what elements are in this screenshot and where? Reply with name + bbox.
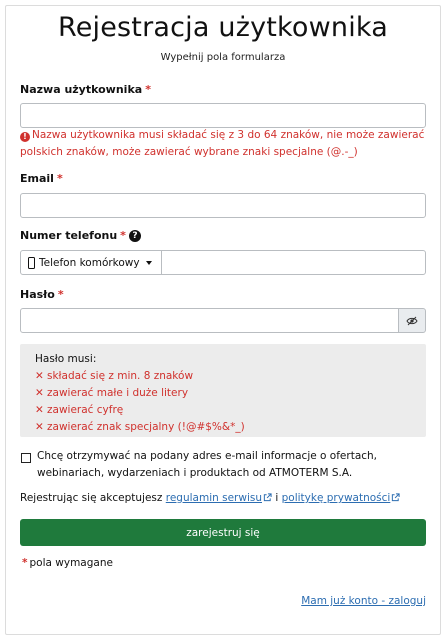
username-label: Nazwa użytkownika *	[20, 83, 151, 96]
caret-down-icon	[145, 260, 152, 265]
help-question-icon[interactable]: ?	[128, 229, 141, 242]
requirement-text: zawierać cyfrę	[47, 404, 124, 416]
required-fields-note: * pola wymagane	[22, 557, 113, 569]
x-icon: ✕	[35, 421, 44, 433]
username-label-text: Nazwa użytkownika	[20, 83, 143, 96]
privacy-link-text: politykę prywatności	[281, 492, 391, 504]
mobile-phone-icon	[28, 256, 35, 269]
regulations-link-text: regulamin serwisu	[165, 492, 262, 504]
terms-acceptance: Rejestrując się akceptujesz regulamin se…	[20, 492, 400, 504]
external-link-icon	[263, 493, 272, 502]
email-label-text: Email	[20, 172, 54, 185]
required-asterisk: *	[56, 172, 63, 185]
terms-prefix: Rejestrując się akceptujesz	[20, 492, 163, 504]
x-icon: ✕	[35, 370, 44, 382]
requirement-text: składać się z min. 8 znaków	[47, 370, 194, 382]
requirement-item: ✕ składać się z min. 8 znaków	[35, 368, 426, 385]
marketing-consent-checkbox[interactable]	[21, 453, 31, 463]
requirement-item: ✕ zawierać cyfrę	[35, 402, 426, 419]
password-requirements-heading: Hasło musi:	[35, 353, 97, 365]
x-icon: ✕	[35, 387, 44, 399]
requirement-text: zawierać znak specjalny (!@#$%&*_)	[47, 421, 245, 433]
requirement-item: ✕ zawierać małe i duże litery	[35, 385, 426, 402]
password-requirements: Hasło musi: ✕ składać się z min. 8 znaków…	[20, 344, 426, 437]
required-asterisk: *	[22, 557, 28, 569]
page-subtitle: Wypełnij pola formularza	[160, 52, 286, 63]
required-asterisk: *	[120, 229, 126, 242]
username-error-text: Nazwa użytkownika musi składać się z 3 d…	[20, 129, 425, 158]
email-input[interactable]	[20, 193, 426, 218]
external-link-icon	[392, 493, 400, 502]
phone-input[interactable]	[161, 250, 426, 275]
required-asterisk: *	[57, 288, 64, 301]
toggle-password-visibility-button[interactable]	[398, 308, 426, 333]
email-label: Email *	[20, 172, 63, 185]
phone-type-selected: Telefon komórkowy	[39, 256, 140, 269]
privacy-policy-link[interactable]: politykę prywatności	[282, 492, 391, 504]
register-submit-button[interactable]: zarejestruj się	[20, 519, 426, 546]
regulations-link[interactable]: regulamin serwisu	[166, 492, 262, 504]
terms-joiner: i	[275, 492, 279, 504]
page-title: Rejestracja użytkownika	[57, 12, 389, 43]
login-link[interactable]: Mam już konto - zaloguj	[301, 595, 426, 607]
required-note-text: pola wymagane	[29, 557, 113, 569]
requirement-text: zawierać małe i duże litery	[47, 387, 189, 399]
password-input[interactable]	[20, 308, 399, 333]
eye-slash-icon	[406, 316, 418, 325]
marketing-consent-text: Chcę otrzymywać na podany adres e-mail i…	[37, 450, 378, 479]
required-asterisk: *	[145, 83, 151, 96]
requirement-item: ✕ zawierać znak specjalny (!@#$%&*_)	[35, 419, 426, 436]
username-error: ! Nazwa użytkownika musi składać się z 3 …	[20, 127, 430, 161]
password-label: Hasło *	[20, 288, 64, 301]
password-label-text: Hasło	[20, 288, 55, 301]
phone-label: Numer telefonu *?	[20, 229, 141, 242]
username-input[interactable]	[20, 103, 426, 128]
phone-label-text: Numer telefonu	[20, 229, 118, 242]
phone-type-dropdown[interactable]: Telefon komórkowy	[20, 250, 162, 275]
error-exclamation-icon: !	[20, 132, 30, 142]
x-icon: ✕	[35, 404, 44, 416]
